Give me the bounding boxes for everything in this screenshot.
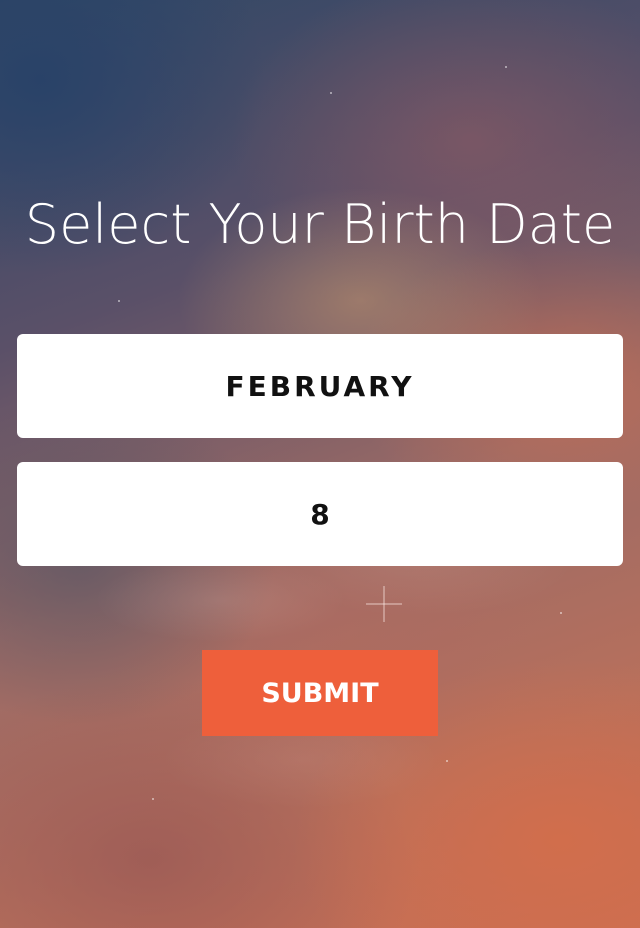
month-select[interactable]: FEBRUARY — [17, 334, 623, 438]
page-title: Select Your Birth Date — [24, 193, 616, 256]
star — [152, 798, 154, 800]
day-select[interactable]: 8 — [17, 462, 623, 566]
star-sparkle — [366, 586, 402, 622]
star — [560, 612, 562, 614]
month-select-value: FEBRUARY — [225, 369, 415, 403]
star — [505, 66, 507, 68]
submit-button[interactable]: SUBMIT — [202, 650, 438, 736]
star — [446, 760, 448, 762]
star — [118, 300, 120, 302]
star — [330, 92, 332, 94]
day-select-value: 8 — [310, 497, 330, 531]
